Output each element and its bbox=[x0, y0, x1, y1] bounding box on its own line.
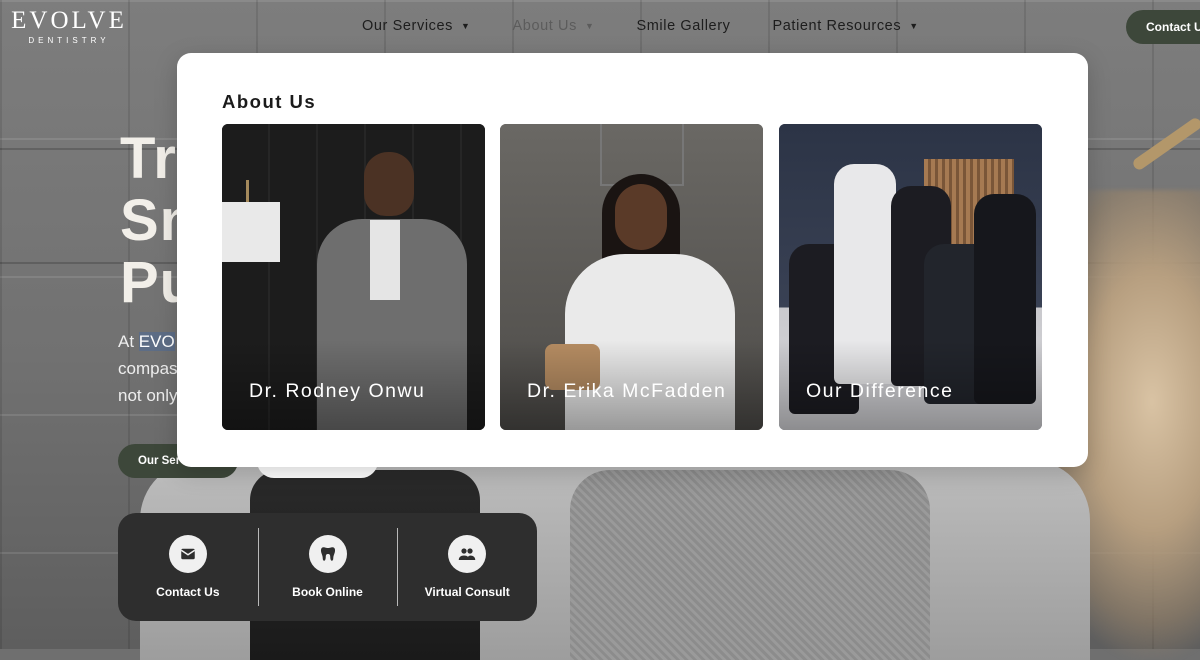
card-dr-erika-mcfadden[interactable]: Dr. Erika McFadden bbox=[500, 124, 763, 430]
hero-description: At EVO compas not only bbox=[118, 328, 178, 409]
logo-subtitle: DENTISTRY bbox=[28, 36, 110, 45]
quick-action-label: Book Online bbox=[292, 585, 363, 599]
portrait-image bbox=[364, 152, 414, 216]
card-dr-rodney-onwu[interactable]: Dr. Rodney Onwu bbox=[222, 124, 485, 430]
portrait-image bbox=[615, 184, 667, 250]
dropdown-title: About Us bbox=[222, 91, 317, 112]
nav-our-services[interactable]: Our Services ▼ bbox=[362, 18, 471, 34]
card-label: Our Difference bbox=[806, 380, 954, 402]
lamp-image bbox=[246, 180, 249, 202]
card-our-difference[interactable]: Our Difference bbox=[779, 124, 1042, 430]
users-icon bbox=[448, 535, 487, 573]
chevron-down-icon: ▼ bbox=[584, 21, 595, 31]
quick-action-virtual-consult[interactable]: Virtual Consult bbox=[397, 513, 537, 621]
hero-text-line: compas bbox=[118, 359, 178, 378]
nav-label: Our Services bbox=[362, 18, 453, 34]
tooth-icon bbox=[308, 535, 347, 573]
logo-wordmark: EVOLVE bbox=[11, 7, 127, 34]
hero-text-prefix: At bbox=[118, 332, 139, 351]
person-image bbox=[570, 470, 930, 660]
quick-action-label: Contact Us bbox=[156, 585, 220, 599]
quick-action-label: Virtual Consult bbox=[424, 585, 510, 599]
envelope-icon bbox=[168, 535, 207, 573]
nav-label: Smile Gallery bbox=[636, 18, 731, 34]
card-label: Dr. Rodney Onwu bbox=[249, 380, 426, 402]
chevron-down-icon: ▼ bbox=[909, 21, 919, 31]
site-logo[interactable]: EVOLVE DENTISTRY bbox=[10, 7, 128, 46]
quick-action-book-online[interactable]: Book Online bbox=[257, 513, 398, 621]
quick-actions-bar: Contact Us Book Online Virtual Consult bbox=[118, 513, 537, 621]
card-label: Dr. Erika McFadden bbox=[527, 380, 727, 402]
nav-smile-gallery[interactable]: Smile Gallery bbox=[636, 18, 730, 34]
nav-label: About Us bbox=[512, 18, 577, 34]
quick-action-contact[interactable]: Contact Us bbox=[118, 513, 258, 621]
nav-patient-resources[interactable]: Patient Resources ▼ bbox=[773, 18, 919, 34]
main-nav: Our Services ▼ About Us ▼ Smile Gallery … bbox=[362, 18, 961, 34]
hero-text-line: not only bbox=[118, 386, 178, 405]
nav-label: Patient Resources bbox=[772, 18, 902, 34]
lamp-image bbox=[222, 202, 280, 262]
about-us-dropdown: About Us Dr. Rodney Onwu Dr. Erika McFad… bbox=[177, 53, 1088, 467]
nav-about-us[interactable]: About Us ▼ bbox=[513, 18, 595, 34]
lamp-decoration bbox=[1131, 116, 1200, 172]
portrait-image bbox=[370, 220, 400, 300]
chevron-down-icon: ▼ bbox=[461, 21, 471, 31]
contact-us-button[interactable]: Contact Us bbox=[1126, 10, 1200, 44]
selected-text: EVO bbox=[138, 332, 175, 351]
